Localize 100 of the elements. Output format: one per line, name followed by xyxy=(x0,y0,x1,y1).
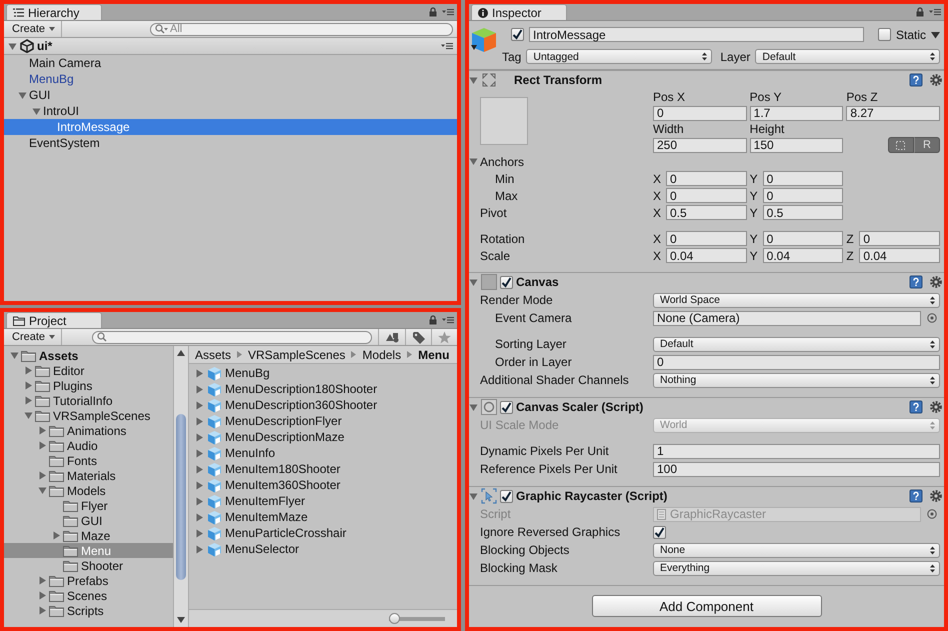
triangle-right-icon[interactable] xyxy=(195,464,204,474)
triangle-right-icon[interactable] xyxy=(195,400,204,410)
triangle-right-icon[interactable] xyxy=(38,441,47,450)
asset-item[interactable]: MenuItemFlyer xyxy=(189,493,457,509)
triangle-down-icon[interactable] xyxy=(469,76,478,84)
settings-icon[interactable] xyxy=(930,490,942,502)
star-icon[interactable] xyxy=(438,330,451,344)
tree-item[interactable]: Main Camera xyxy=(4,55,457,71)
help-icon[interactable] xyxy=(909,73,923,87)
triangle-down-icon[interactable] xyxy=(469,157,478,166)
checkbox[interactable] xyxy=(500,276,513,288)
input-field[interactable]: 0 xyxy=(653,354,940,370)
triangle-down-icon[interactable] xyxy=(931,30,940,38)
input-field[interactable]: 100 xyxy=(653,462,940,476)
asset-item[interactable]: MenuDescriptionFlyer xyxy=(189,413,457,429)
breadcrumb-link[interactable]: VRSampleScenes xyxy=(248,348,346,362)
folder-item[interactable]: Fonts xyxy=(4,453,173,468)
folder-item[interactable]: GUI xyxy=(4,513,173,528)
panel-tab[interactable]: Project xyxy=(6,312,102,328)
dashed-square-button[interactable] xyxy=(888,137,914,153)
triangle-right-icon[interactable] xyxy=(195,544,204,554)
menu-icon[interactable] xyxy=(442,8,454,16)
triangle-down-icon[interactable] xyxy=(18,90,27,100)
input-field[interactable]: 0 xyxy=(666,171,747,186)
search-bar[interactable]: All xyxy=(150,22,453,36)
asset-item[interactable]: MenuDescriptionMaze xyxy=(189,429,457,445)
triangle-right-icon[interactable] xyxy=(38,591,47,600)
asset-item[interactable]: MenuParticleCrosshair xyxy=(189,525,457,541)
search-field[interactable]: All xyxy=(170,24,452,34)
triangle-right-icon[interactable] xyxy=(24,396,33,405)
checkbox[interactable] xyxy=(511,28,524,41)
folder-item[interactable]: Models xyxy=(4,483,173,498)
triangle-down-icon[interactable] xyxy=(10,351,19,360)
dropdown[interactable]: Everything xyxy=(653,560,940,576)
folder-item[interactable]: VRSampleScenes xyxy=(4,408,173,423)
dropdown[interactable]: Untagged xyxy=(526,49,712,64)
help-icon[interactable] xyxy=(909,489,923,503)
folder-item[interactable]: Scenes xyxy=(4,588,173,603)
input-field[interactable]: 1 xyxy=(653,444,940,458)
triangle-right-icon[interactable] xyxy=(38,606,47,615)
input-field[interactable]: 0 xyxy=(653,106,747,120)
checkbox[interactable] xyxy=(500,490,513,502)
folder-item[interactable]: Flyer xyxy=(4,498,173,513)
triangle-right-icon[interactable] xyxy=(195,384,204,394)
input-field[interactable]: 0.04 xyxy=(666,248,747,263)
asset-item[interactable]: MenuDescription360Shooter xyxy=(189,397,457,413)
zoom-slider[interactable] xyxy=(389,613,445,624)
target-icon[interactable] xyxy=(927,313,937,323)
folder-item[interactable]: Editor xyxy=(4,363,173,378)
name-field[interactable]: IntroMessage xyxy=(529,27,864,42)
folder-item[interactable]: Assets xyxy=(4,348,173,363)
input-field[interactable]: 0 xyxy=(859,231,940,246)
input-field[interactable]: 8.27 xyxy=(846,106,940,120)
triangle-right-icon[interactable] xyxy=(195,416,204,426)
folder-item[interactable]: Maze xyxy=(4,528,173,543)
triangle-down-icon[interactable] xyxy=(38,486,47,495)
asset-item[interactable]: MenuInfo xyxy=(189,445,457,461)
triangle-right-icon[interactable] xyxy=(24,366,33,375)
tree-item[interactable]: IntroUI xyxy=(4,103,457,119)
asset-item[interactable]: MenuBg xyxy=(189,365,457,381)
triangle-down-icon[interactable] xyxy=(469,278,478,286)
tree-item[interactable]: EventSystem xyxy=(4,135,457,151)
triangle-right-icon[interactable] xyxy=(38,426,47,435)
input-field[interactable]: 0 xyxy=(762,171,844,186)
folder-item[interactable]: Materials xyxy=(4,468,173,483)
input-field[interactable]: 250 xyxy=(653,138,747,152)
input-field[interactable]: 0 xyxy=(762,231,844,246)
menu-icon[interactable] xyxy=(442,316,454,324)
dropdown[interactable]: Nothing xyxy=(653,372,940,388)
triangle-down-icon[interactable] xyxy=(32,106,41,116)
asset-item[interactable]: MenuItem360Shooter xyxy=(189,477,457,493)
checkbox[interactable] xyxy=(878,28,891,41)
panel-tab[interactable]: Inspector xyxy=(471,4,567,20)
folder-item[interactable]: TutorialInfo xyxy=(4,393,173,408)
dropdown[interactable]: None xyxy=(653,542,940,558)
menu-icon[interactable] xyxy=(929,8,941,16)
input-field[interactable]: 0 xyxy=(762,188,844,203)
scrollbar[interactable] xyxy=(173,346,189,627)
tree-item[interactable]: MenuBg xyxy=(4,71,457,87)
triangle-right-icon[interactable] xyxy=(195,480,204,490)
triangle-right-icon[interactable] xyxy=(195,448,204,458)
triangle-down-icon[interactable] xyxy=(469,402,478,412)
folder-item[interactable]: Scripts xyxy=(4,603,173,618)
triangle-right-icon[interactable] xyxy=(195,496,204,506)
input-field[interactable]: 0.04 xyxy=(859,248,940,263)
slider-thumb[interactable] xyxy=(389,613,400,624)
input-field[interactable]: 0.04 xyxy=(762,248,844,263)
checkbox[interactable] xyxy=(653,526,666,538)
triangle-right-icon[interactable] xyxy=(195,368,204,378)
triangle-right-icon[interactable] xyxy=(195,528,204,538)
input-field[interactable]: None (Camera) xyxy=(653,310,921,326)
triangle-right-icon[interactable] xyxy=(52,531,61,540)
input-field[interactable]: 0.5 xyxy=(762,205,844,220)
breadcrumb-link[interactable]: Menu xyxy=(418,348,450,362)
settings-icon[interactable] xyxy=(930,276,942,288)
input-field[interactable]: 1.7 xyxy=(750,106,844,120)
folder-item[interactable]: Audio xyxy=(4,438,173,453)
triangle-down-icon[interactable] xyxy=(8,42,17,50)
folder-item[interactable]: Prefabs xyxy=(4,573,173,588)
input-field[interactable]: 0 xyxy=(666,188,747,203)
